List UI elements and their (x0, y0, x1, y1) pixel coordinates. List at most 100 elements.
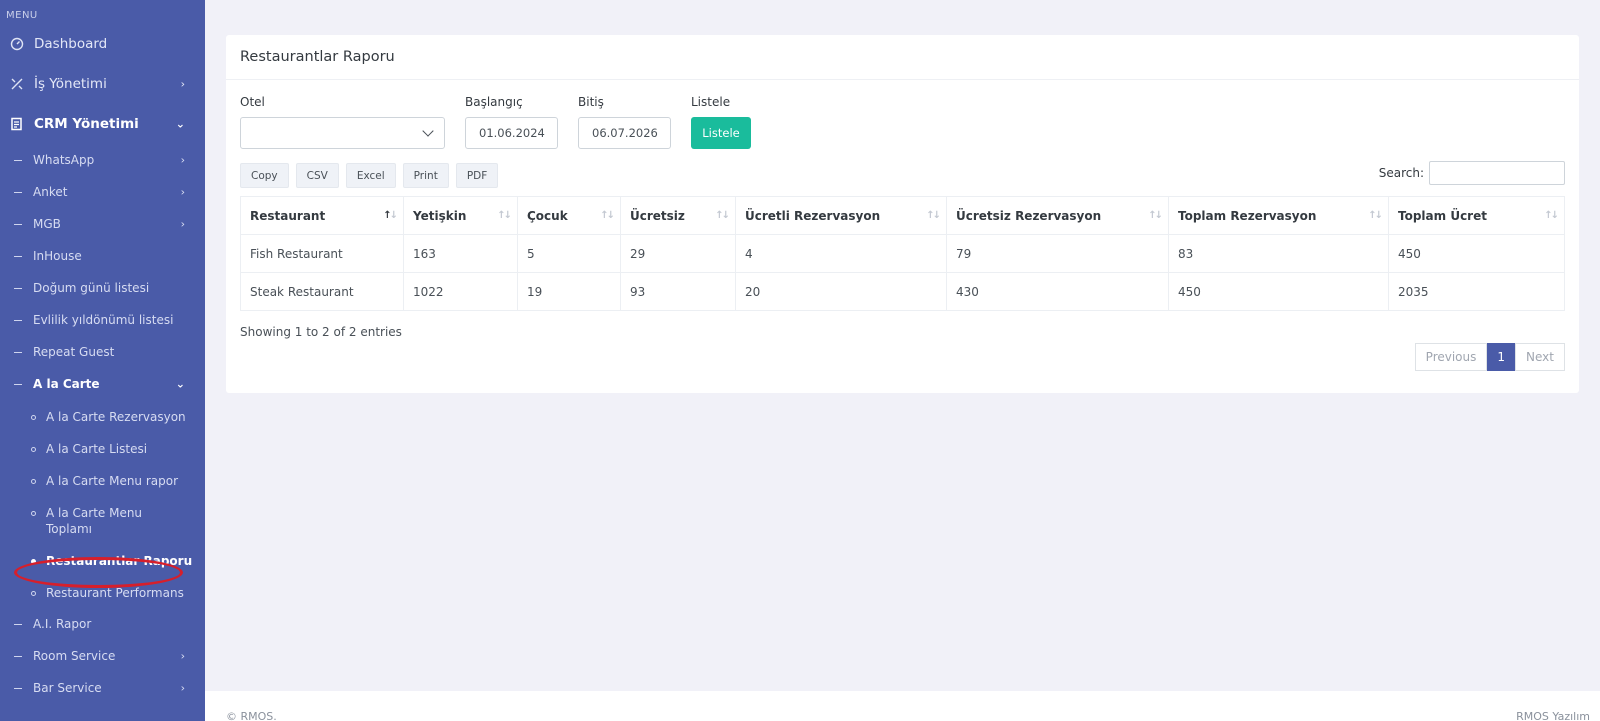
sidebar-item-evlilik-yildonumu[interactable]: Evlilik yıldönümü listesi (0, 304, 205, 336)
table-cell: 2035 (1388, 272, 1565, 311)
sidebar-item-label: Evlilik yıldönümü listesi (33, 313, 174, 327)
sidebar-item-label: A.I. Rapor (33, 617, 92, 631)
start-date-input[interactable]: 01.06.2024 (465, 117, 558, 149)
sidebar-item-label: İş Yönetimi (34, 76, 107, 92)
circle-icon (31, 559, 36, 564)
sidebar-item-a-la-carte-rezervasyon[interactable]: A la Carte Rezervasyon (0, 400, 205, 432)
search-label: Search: (1378, 166, 1424, 180)
col-header-ucretli-rezervasyon[interactable]: Ücretli Rezervasyon ↑↓ (735, 196, 947, 235)
table-row: Steak Restaurant 1022 19 93 20 430 450 2… (240, 272, 1565, 311)
table-cell: 430 (946, 272, 1169, 311)
sidebar-item-label: WhatsApp (33, 153, 95, 167)
sidebar-item-label: Restaurant Performans (46, 586, 184, 600)
dash-icon (14, 383, 22, 385)
sidebar-item-dashboard[interactable]: Dashboard (0, 24, 205, 64)
table-cell: Fish Restaurant (240, 234, 404, 273)
table-cell: 19 (517, 272, 621, 311)
sort-icon: ↑↓ (497, 210, 512, 221)
chevron-down-icon: ⌄ (175, 117, 185, 131)
chevron-down-icon: ⌄ (175, 377, 185, 391)
dash-icon (14, 687, 22, 689)
hotel-label: Otel (240, 95, 265, 109)
copy-button[interactable]: Copy (240, 163, 289, 188)
col-header-restaurant[interactable]: Restaurant ↑↓ (240, 196, 404, 235)
dash-icon (14, 287, 22, 289)
table-cell: 83 (1168, 234, 1389, 273)
sort-icon: ↑↓ (926, 210, 941, 221)
table-cell: 163 (403, 234, 518, 273)
col-header-toplam-rezervasyon[interactable]: Toplam Rezervasyon ↑↓ (1168, 196, 1389, 235)
list-filter: Listele Listele (691, 95, 751, 149)
sidebar-item-bar-service[interactable]: Bar Service › (0, 672, 205, 704)
sort-icon: ↑↓ (600, 210, 615, 221)
report-card: Restaurantlar Raporu Otel Başlangıç 01.0… (226, 35, 1579, 393)
sidebar-item-crm-yonetimi[interactable]: CRM Yönetimi ⌄ (0, 104, 205, 144)
sidebar-item-repeat-guest[interactable]: Repeat Guest (0, 336, 205, 368)
sidebar-item-label: CRM Yönetimi (34, 116, 139, 132)
sidebar-item-a-la-carte-menu-toplami[interactable]: A la Carte Menu Toplamı (0, 496, 205, 544)
table-header-row: Restaurant ↑↓ Yetişkin ↑↓ Çocuk ↑↓ Ücretsiz… (240, 196, 1565, 235)
page-title: Restaurantlar Raporu (226, 35, 1579, 80)
sidebar-item-inhouse[interactable]: InHouse (0, 240, 205, 272)
table-cell: 20 (735, 272, 947, 311)
start-date-filter: Başlangıç 01.06.2024 (465, 95, 558, 149)
chevron-right-icon: › (180, 649, 185, 663)
footer: © RMOS. RMOS Yazılım (205, 691, 1600, 721)
sort-icon: ↑↓ (383, 210, 398, 221)
page-1-button[interactable]: 1 (1487, 343, 1516, 371)
sidebar-item-label: InHouse (33, 249, 82, 263)
excel-button[interactable]: Excel (345, 163, 396, 188)
sidebar-item-anket[interactable]: Anket › (0, 176, 205, 208)
sort-icon: ↑↓ (1148, 210, 1163, 221)
sidebar-item-is-yonetimi[interactable]: İş Yönetimi › (0, 64, 205, 104)
chevron-right-icon: › (180, 217, 185, 231)
next-page-button[interactable]: Next (1515, 343, 1565, 371)
print-button[interactable]: Print (402, 163, 449, 188)
sidebar-item-label: A la Carte (33, 377, 100, 391)
sort-icon: ↑↓ (715, 210, 730, 221)
sort-icon: ↑↓ (1544, 210, 1559, 221)
sidebar-item-room-service[interactable]: Room Service › (0, 640, 205, 672)
col-header-label: Ücretsiz Rezervasyon (956, 208, 1102, 223)
sidebar-item-label: Bar Service (33, 681, 102, 695)
sidebar-item-label: A la Carte Menu rapor (46, 474, 179, 488)
sidebar-item-mgb[interactable]: MGB › (0, 208, 205, 240)
sidebar-item-whatsapp[interactable]: WhatsApp › (0, 144, 205, 176)
search-input[interactable] (1429, 161, 1565, 185)
sidebar-item-a-la-carte[interactable]: A la Carte ⌄ (0, 368, 205, 400)
end-date-input[interactable]: 06.07.2026 (578, 117, 671, 149)
end-date-label: Bitiş (578, 95, 604, 109)
sidebar-item-label: MGB (33, 217, 61, 231)
col-header-ucretsiz[interactable]: Ücretsiz ↑↓ (620, 196, 736, 235)
sidebar-item-restaurantlar-raporu[interactable]: Restaurantlar Raporu (0, 544, 205, 576)
list-button[interactable]: Listele (691, 117, 751, 149)
col-header-toplam-ucret[interactable]: Toplam Ücret ↑↓ (1388, 196, 1565, 235)
col-header-ucretsiz-rezervasyon[interactable]: Ücretsiz Rezervasyon ↑↓ (946, 196, 1169, 235)
chevron-right-icon: › (180, 77, 185, 91)
previous-page-button[interactable]: Previous (1414, 343, 1488, 371)
dash-icon (14, 319, 22, 321)
col-header-yetiskin[interactable]: Yetişkin ↑↓ (403, 196, 518, 235)
menu-title: MENU (6, 10, 38, 21)
col-header-label: Toplam Ücret (1398, 208, 1487, 223)
col-header-label: Yetişkin (413, 208, 467, 223)
sidebar-item-dogum-gunu[interactable]: Doğum günü listesi (0, 272, 205, 304)
col-header-cocuk[interactable]: Çocuk ↑↓ (517, 196, 621, 235)
main-content: Restaurantlar Raporu Otel Başlangıç 01.0… (205, 0, 1600, 721)
hotel-select[interactable] (240, 117, 445, 149)
table-cell: Steak Restaurant (240, 272, 404, 311)
sidebar-item-a-la-carte-listesi[interactable]: A la Carte Listesi (0, 432, 205, 464)
dash-icon (14, 623, 22, 625)
chevron-right-icon: › (180, 681, 185, 695)
col-header-label: Toplam Rezervasyon (1178, 208, 1317, 223)
csv-button[interactable]: CSV (295, 163, 339, 188)
col-header-label: Ücretsiz (630, 208, 685, 223)
sidebar-item-a-la-carte-menu-rapor[interactable]: A la Carte Menu rapor (0, 464, 205, 496)
table-cell: 1022 (403, 272, 518, 311)
sidebar-item-ai-rapor[interactable]: A.I. Rapor (0, 608, 205, 640)
pagination: Previous 1 Next (1414, 343, 1565, 371)
col-header-label: Çocuk (527, 208, 568, 223)
col-header-label: Ücretli Rezervasyon (745, 208, 881, 223)
pdf-button[interactable]: PDF (455, 163, 499, 188)
sidebar-item-restaurant-performans[interactable]: Restaurant Performans (0, 576, 205, 608)
